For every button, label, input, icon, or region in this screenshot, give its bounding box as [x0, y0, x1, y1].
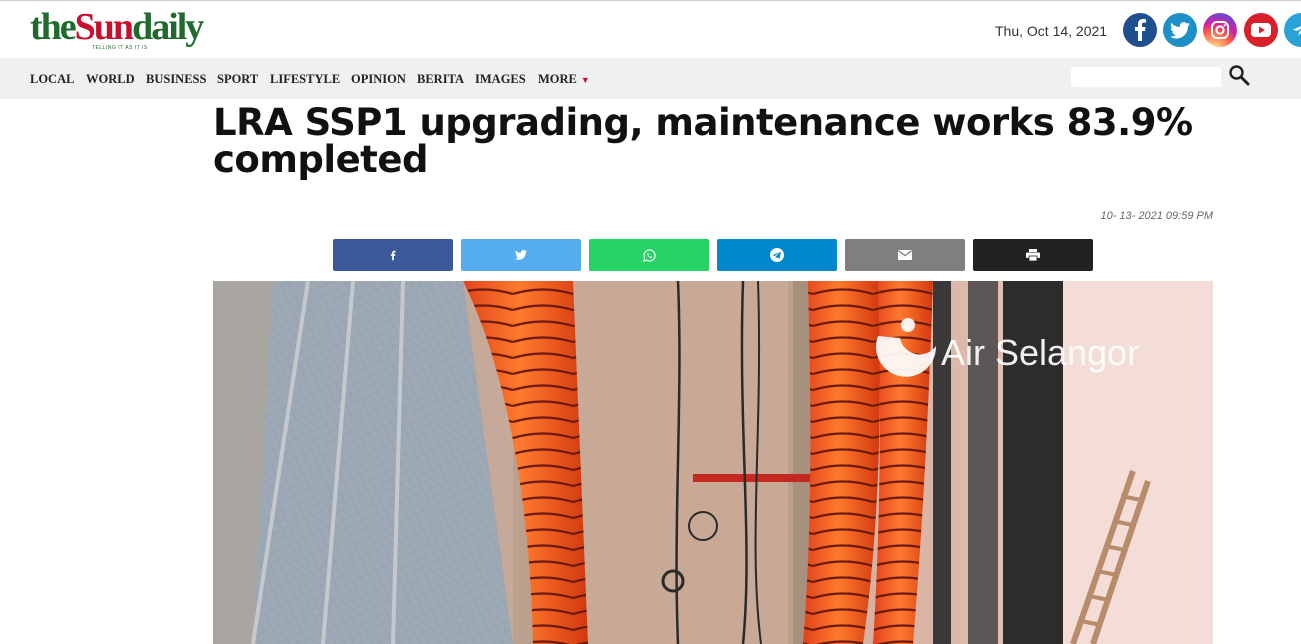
nav-item-opinion[interactable]: OPINION — [351, 72, 406, 87]
site-header: theSundaily TELLING IT AS IT IS Thu, Oct… — [0, 0, 1301, 59]
youtube-icon[interactable] — [1244, 13, 1278, 47]
print-button[interactable] — [973, 239, 1093, 271]
whatsapp-icon — [642, 248, 656, 262]
nav-item-images[interactable]: IMAGES — [475, 72, 526, 87]
article-timestamp: 10- 13- 2021 09:59 PM — [1100, 210, 1213, 222]
article-photo: Air Selangor — [213, 281, 1213, 644]
share-email-button[interactable] — [845, 239, 965, 271]
logo-tagline: TELLING IT AS IT IS — [92, 45, 148, 51]
nav-item-sport[interactable]: SPORT — [217, 72, 258, 87]
share-facebook-button[interactable] — [333, 239, 453, 271]
main-navigation: LOCAL WORLD BUSINESS SPORT LIFESTYLE OPI… — [0, 58, 1301, 99]
twitter-icon — [515, 250, 527, 260]
telegram-icon[interactable] — [1284, 13, 1301, 47]
nav-item-berita[interactable]: BERITA — [417, 72, 464, 87]
pipe-shaft-photo: Air Selangor — [213, 281, 1213, 644]
search-icon[interactable] — [1228, 64, 1250, 86]
nav-item-local[interactable]: LOCAL — [30, 72, 74, 87]
telegram-icon — [770, 248, 784, 262]
instagram-icon[interactable] — [1203, 13, 1237, 47]
nav-item-more[interactable]: MORE ▼ — [538, 72, 590, 87]
facebook-icon[interactable] — [1123, 13, 1157, 47]
facebook-icon — [390, 250, 396, 260]
nav-item-lifestyle[interactable]: LIFESTYLE — [270, 72, 340, 87]
logo-wordmark: theSundaily — [30, 6, 204, 48]
search-input[interactable] — [1071, 67, 1221, 87]
photo-watermark: Air Selangor — [941, 332, 1139, 373]
twitter-icon[interactable] — [1163, 13, 1197, 47]
email-icon — [898, 250, 912, 260]
share-whatsapp-button[interactable] — [589, 239, 709, 271]
nav-item-more-label: MORE — [538, 72, 577, 86]
nav-item-business[interactable]: BUSINESS — [146, 72, 206, 87]
print-icon — [1026, 249, 1040, 261]
caret-down-icon: ▼ — [580, 75, 590, 85]
article-headline: LRA SSP1 upgrading, maintenance works 83… — [213, 101, 1193, 181]
share-telegram-button[interactable] — [717, 239, 837, 271]
site-logo[interactable]: theSundaily TELLING IT AS IT IS — [30, 5, 204, 57]
current-date: Thu, Oct 14, 2021 — [995, 23, 1108, 39]
nav-item-world[interactable]: WORLD — [86, 72, 135, 87]
share-twitter-button[interactable] — [461, 239, 581, 271]
